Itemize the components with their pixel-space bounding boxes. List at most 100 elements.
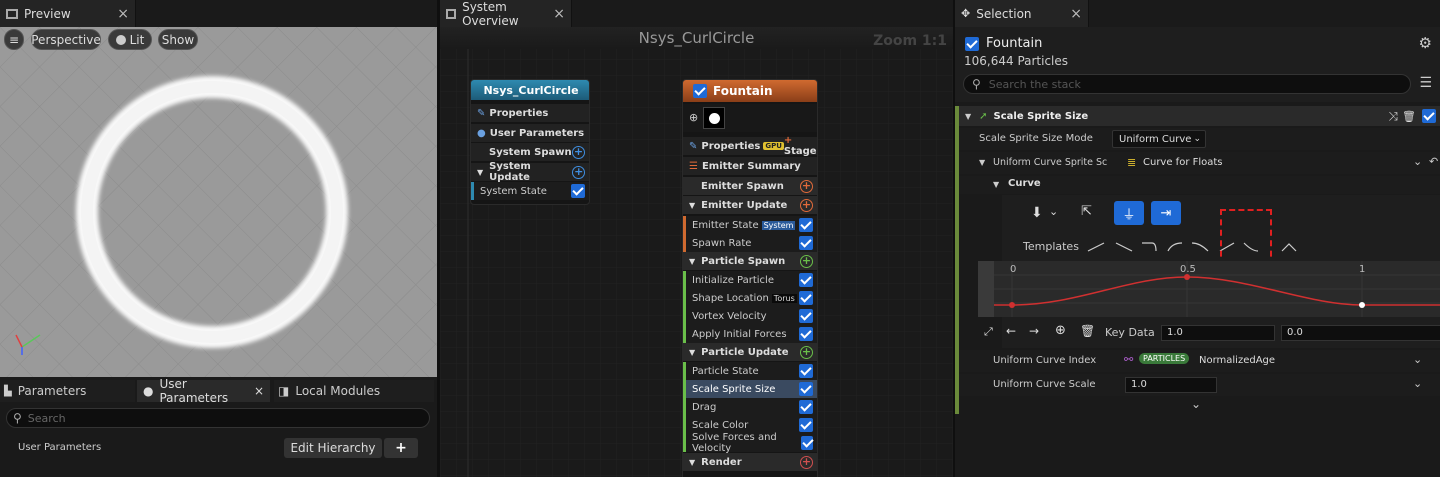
mode-dropdown[interactable]: Uniform Curve ⌄ bbox=[1112, 130, 1206, 148]
tab-system-overview[interactable]: System Overview × bbox=[440, 0, 572, 28]
stack-search-box[interactable]: ⚲ Search the stack bbox=[963, 74, 1411, 94]
drag-row[interactable]: Drag bbox=[683, 398, 817, 416]
emitter-enable-checkbox[interactable] bbox=[693, 84, 707, 98]
collapse-icon[interactable]: ▼ bbox=[965, 112, 971, 121]
collapse-icon[interactable]: ▼ bbox=[689, 348, 695, 357]
initialize-particle-row[interactable]: Initialize Particle bbox=[683, 271, 817, 289]
enable-checkbox[interactable] bbox=[799, 418, 813, 432]
enable-checkbox[interactable] bbox=[799, 291, 813, 305]
gear-icon[interactable]: ⚙ bbox=[1419, 34, 1432, 52]
curve-view-icon[interactable]: ⬇ bbox=[1031, 205, 1043, 221]
shuffle-icon[interactable]: ⤨ bbox=[1388, 109, 1398, 124]
enable-checkbox[interactable] bbox=[571, 184, 585, 198]
enable-checkbox[interactable] bbox=[799, 309, 813, 323]
enable-checkbox[interactable] bbox=[799, 364, 813, 378]
collapse-icon[interactable]: ▼ bbox=[993, 180, 999, 189]
tab-preview[interactable]: Preview × bbox=[0, 0, 136, 27]
render-row[interactable]: ▼ Render + bbox=[683, 453, 817, 471]
system-state-row[interactable]: System State bbox=[471, 182, 589, 200]
emitter-node-header[interactable]: Fountain bbox=[683, 80, 817, 102]
shape-location-row[interactable]: Shape Location Torus bbox=[683, 289, 817, 307]
key-value-input[interactable]: 0.0 bbox=[1281, 325, 1440, 341]
particle-update-row[interactable]: ▼ Particle Update + bbox=[683, 343, 817, 361]
module-header[interactable]: ▼ ➚ Scale Sprite Size ⤨ 🗑 bbox=[959, 106, 1440, 126]
add-module-icon[interactable]: + bbox=[800, 254, 813, 268]
trash-icon[interactable]: 🗑 bbox=[1402, 110, 1416, 123]
collapse-icon[interactable]: ▼ bbox=[689, 257, 695, 266]
curve-graph[interactable] bbox=[978, 261, 1440, 317]
close-icon[interactable]: × bbox=[117, 6, 129, 22]
chevron-down-icon[interactable]: ⌄ bbox=[1413, 377, 1422, 390]
enable-checkbox[interactable] bbox=[799, 400, 813, 414]
preview-viewport[interactable]: ≡ Perspective Lit Show bbox=[0, 27, 437, 377]
enable-checkbox[interactable] bbox=[799, 218, 813, 232]
add-module-icon[interactable]: + bbox=[800, 198, 813, 212]
emitter-update-row[interactable]: ▼ Emitter Update + bbox=[683, 196, 817, 214]
collapse-icon[interactable]: ▼ bbox=[689, 201, 695, 210]
trash-icon[interactable]: 🗑 bbox=[1080, 324, 1095, 338]
tab-local-modules[interactable]: ◨ Local Modules bbox=[274, 380, 434, 402]
open-external-icon[interactable]: ⇱ bbox=[1081, 204, 1092, 219]
system-node-header[interactable]: Nsys_CurlCircle bbox=[471, 80, 589, 100]
enable-checkbox[interactable] bbox=[801, 436, 813, 450]
vortex-velocity-row[interactable]: Vortex Velocity bbox=[683, 307, 817, 325]
system-spawn-row[interactable]: System Spawn + bbox=[471, 143, 589, 161]
system-node[interactable]: Nsys_CurlCircle ✎ Properties ● User Para… bbox=[470, 79, 590, 205]
reset-arrow-icon[interactable]: ↶ bbox=[1429, 155, 1438, 168]
tab-parameters[interactable]: ▙ Parameters bbox=[0, 380, 135, 402]
filter-icon[interactable]: ☰ bbox=[1419, 75, 1432, 91]
curve-scale-input[interactable]: 1.0 bbox=[1125, 377, 1217, 393]
system-update-row[interactable]: ▼ System Update + bbox=[471, 161, 589, 183]
solve-forces-row[interactable]: Solve Forces and Velocity bbox=[683, 432, 817, 454]
graph-canvas[interactable]: Nsys_CurlCircle Zoom 1:1 Nsys_CurlCircle… bbox=[440, 27, 953, 477]
apply-initial-forces-row[interactable]: Apply Initial Forces bbox=[683, 325, 817, 343]
collapse-icon[interactable]: ▼ bbox=[689, 458, 695, 467]
perspective-button[interactable]: Perspective bbox=[31, 29, 101, 50]
enable-checkbox[interactable] bbox=[799, 327, 813, 341]
show-button[interactable]: Show bbox=[158, 29, 198, 50]
close-icon[interactable]: × bbox=[553, 6, 565, 22]
enable-checkbox[interactable] bbox=[799, 273, 813, 287]
module-enable-checkbox[interactable] bbox=[1422, 109, 1436, 123]
arrow-right-icon[interactable]: → bbox=[1029, 324, 1039, 338]
emitter-summary-row[interactable]: ☰ Emitter Summary bbox=[683, 157, 817, 175]
add-module-icon[interactable]: + bbox=[572, 165, 585, 179]
tab-selection[interactable]: ✥ Selection × bbox=[955, 0, 1089, 27]
tab-user-parameters[interactable]: ● User Parameters × bbox=[137, 377, 270, 405]
collapse-icon[interactable]: ▼ bbox=[979, 158, 985, 167]
add-module-icon[interactable]: + bbox=[800, 455, 813, 469]
enable-checkbox[interactable] bbox=[799, 236, 813, 250]
edit-hierarchy-button[interactable]: Edit Hierarchy bbox=[284, 438, 382, 458]
chevron-down-icon[interactable]: ⌄ bbox=[1413, 353, 1422, 366]
add-module-icon[interactable]: + bbox=[800, 179, 813, 193]
chevron-down-icon[interactable]: ⌄ bbox=[1049, 205, 1058, 218]
sprite-thumbnail-icon[interactable] bbox=[703, 107, 725, 129]
pre-infinity-button[interactable]: ⏚ bbox=[1114, 201, 1144, 225]
close-icon[interactable]: × bbox=[1070, 6, 1082, 22]
post-infinity-button[interactable]: ⇥ bbox=[1151, 201, 1181, 225]
system-user-parameters-row[interactable]: ● User Parameters bbox=[471, 124, 589, 142]
emitter-state-row[interactable]: Emitter State System bbox=[683, 216, 817, 234]
emitter-node[interactable]: Fountain ⊕ ✎ Properties GPU + Stage ☰ Em… bbox=[682, 79, 818, 477]
particle-spawn-row[interactable]: ▼ Particle Spawn + bbox=[683, 252, 817, 270]
viewport-menu-button[interactable]: ≡ bbox=[4, 29, 24, 50]
key-time-input[interactable]: 1.0 bbox=[1161, 325, 1275, 341]
emitter-spawn-row[interactable]: Emitter Spawn + bbox=[683, 177, 817, 195]
arrow-left-icon[interactable]: ← bbox=[1006, 324, 1016, 338]
expand-more-icon[interactable]: ⌄ bbox=[1191, 397, 1201, 411]
add-key-icon[interactable]: ⊕ bbox=[1055, 323, 1066, 338]
search-box[interactable]: ⚲ Search bbox=[6, 408, 430, 428]
emitter-properties-row[interactable]: ✎ Properties GPU + Stage bbox=[683, 135, 817, 157]
fit-icon[interactable]: ⤢ bbox=[984, 325, 993, 339]
chevron-down-icon[interactable]: ⌄ bbox=[1413, 155, 1422, 168]
add-module-icon[interactable]: + bbox=[800, 345, 813, 359]
particle-state-row[interactable]: Particle State bbox=[683, 362, 817, 380]
add-stage-button[interactable]: + Stage bbox=[784, 135, 817, 157]
system-properties-row[interactable]: ✎ Properties bbox=[471, 104, 589, 122]
add-module-icon[interactable]: + bbox=[572, 145, 585, 159]
lit-button[interactable]: Lit bbox=[108, 29, 152, 50]
collapse-icon[interactable]: ▼ bbox=[477, 168, 483, 177]
scale-sprite-size-row[interactable]: Scale Sprite Size bbox=[683, 380, 817, 398]
enable-checkbox[interactable] bbox=[799, 382, 813, 396]
close-icon[interactable]: × bbox=[254, 384, 264, 398]
